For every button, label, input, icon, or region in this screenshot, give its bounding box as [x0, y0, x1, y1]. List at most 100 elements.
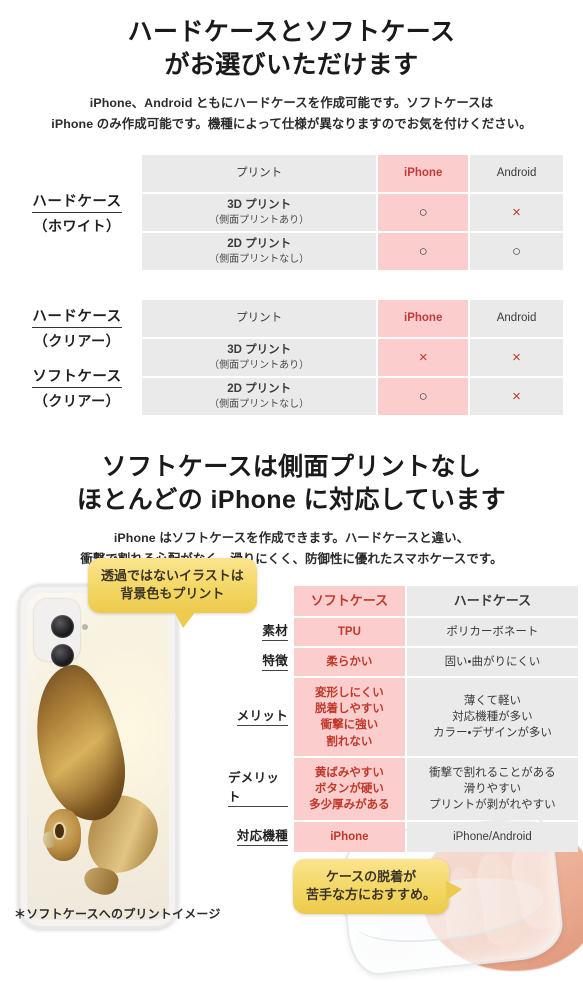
section1-subtext-line2: iPhone のみ作成可能です。機種によって仕様が異なりますのでお気を付けくださ…	[51, 117, 532, 132]
section2-subtext: iPhone はソフトケースを作成できます。ハードケースと違い、 衝撃で割れる心…	[0, 528, 583, 570]
table-clear-cases: プリント iPhone Android 3D プリント （側面プリントあり） ×…	[140, 298, 565, 417]
spec-label-merit: メリット	[228, 676, 292, 754]
table-header-row: プリント iPhone Android	[142, 300, 563, 338]
section2-heading-line2: ほとんどの iPhone に対応しています	[76, 486, 507, 515]
rowlabel-sub: （クリアー）	[33, 332, 121, 349]
support-mark: ○	[512, 242, 522, 260]
spec-soft-compatible: iPhone	[294, 822, 405, 853]
table-row: 3D プリント （側面プリントあり） × ×	[142, 339, 563, 377]
rowlabels-clear-cases: ハードケース （クリアー） ソフトケース （クリアー）	[14, 298, 140, 417]
print-type-note: （側面プリントあり）	[209, 214, 310, 226]
spec-label-demerit: デメリット	[228, 756, 292, 818]
spec-hard-material: ポリカーボネート	[406, 618, 578, 647]
bubble1-line2: 背景色もプリント	[120, 586, 225, 602]
support-mark: ×	[512, 203, 521, 221]
spec-row-demerit: 黄ばみやすい ボタンが硬い 多少厚みがある 衝撃で割れることがある 滑りやすい …	[294, 758, 578, 821]
section2-subtext-line1: iPhone はソフトケースを作成できます。ハードケースと違い、	[113, 531, 470, 546]
camera-lens-icon	[51, 615, 74, 639]
header-iphone: iPhone	[378, 300, 469, 338]
support-mark: ○	[418, 203, 428, 221]
spec-soft-material: TPU	[294, 618, 405, 647]
support-mark: ○	[418, 242, 428, 260]
section1-heading-line1: ハードケースとソフトケース	[127, 18, 456, 46]
section1-subtext: iPhone、Android ともにハードケースを作成可能です。ソフトケースは …	[0, 93, 583, 135]
spec-row-feature: 柔らかい 固い・曲がりにくい	[294, 648, 578, 677]
section1-subtext-line1: iPhone、Android ともにハードケースを作成可能です。ソフトケースは	[89, 96, 494, 110]
spec-label-compatible: 対応機種	[228, 820, 292, 850]
cell-print-type: 3D プリント （側面プリントあり）	[142, 194, 377, 232]
rowlabel-hardcase-white: ハードケース （ホワイト）	[32, 190, 122, 236]
spec-soft-feature: 柔らかい	[294, 648, 405, 677]
section1-heading-line2: がお選びいただけます	[164, 51, 419, 79]
spec-header-row: ソフトケース ハードケース	[294, 586, 578, 617]
phone-case-preview-image	[18, 584, 178, 930]
table-header-row: プリント iPhone Android	[142, 155, 563, 193]
section2-heading-line1: ソフトケースは側面プリントなし	[101, 453, 482, 482]
rowlabels-hardcase-white: ハードケース （ホワイト）	[14, 153, 140, 272]
rowlabel-softcase-clear: ソフトケース （クリアー）	[32, 365, 122, 411]
cell-android-support: ×	[470, 339, 563, 377]
cell-iphone-support: ×	[378, 339, 469, 377]
spec-hard-demerit: 衝撃で割れることがある 滑りやすい プリントが剥がれやすい	[406, 758, 578, 821]
owl-eye-shape	[55, 823, 64, 838]
spec-header-hardcase: ハードケース	[406, 586, 578, 617]
cell-print-type: 2D プリント （側面プリントなし）	[142, 378, 377, 416]
spec-soft-merit: 変形しにくい 脱着しやすい 衝撃に強い 割れない	[294, 678, 405, 757]
section-softcase-detail: ソフトケースは側面プリントなし ほとんどの iPhone に対応しています iP…	[0, 443, 583, 982]
print-type-main: 3D プリント	[227, 344, 292, 357]
spec-hard-compatible: iPhone/Android	[406, 822, 578, 853]
rowlabel-main: ソフトケース	[32, 365, 122, 388]
comparison-block-hardcase-white: ハードケース （ホワイト） プリント iPhone Android 3D プリン…	[0, 153, 583, 272]
bubble2-line1: ケースの脱着が	[325, 869, 417, 884]
footnote-print-image: ＊ソフトケースへのプリントイメージ	[14, 907, 221, 921]
table-row: 2D プリント （側面プリントなし） ○ ○	[142, 233, 563, 271]
spec-comparison-table-wrap: 素材 特徴 メリット デメリット 対応機種 ソフトケース ハードケース TPU …	[228, 584, 580, 854]
cell-print-type: 3D プリント （側面プリントあり）	[142, 339, 377, 377]
rowlabel-main: ハードケース	[32, 190, 122, 213]
spec-label-feature: 特徴	[228, 646, 292, 674]
spec-label-material: 素材	[228, 616, 292, 644]
table-row: 2D プリント （側面プリントなし） ○ ×	[142, 378, 563, 416]
cell-android-support: ×	[470, 194, 563, 232]
print-type-main: 3D プリント	[227, 199, 292, 212]
spec-row-compatible: iPhone iPhone/Android	[294, 822, 578, 853]
rowlabel-hardcase-clear: ハードケース （クリアー）	[32, 305, 122, 351]
print-type-note: （側面プリントなし）	[209, 253, 310, 265]
rowlabel-main: ハードケース	[32, 305, 122, 328]
spec-hard-feature: 固い・曲がりにくい	[406, 648, 578, 677]
print-type-main: 2D プリント	[227, 238, 292, 251]
section2-heading: ソフトケースは側面プリントなし ほとんどの iPhone に対応しています	[0, 443, 583, 517]
callout-bubble-easy-removal: ケースの脱着が 苦手な方におすすめ。	[293, 859, 463, 914]
spec-comparison-table: ソフトケース ハードケース TPU ポリカーボネート 柔らかい 固い・曲がりにく…	[292, 584, 580, 854]
bubble2-line2: 苦手な方におすすめ。	[306, 887, 437, 903]
header-print: プリント	[142, 155, 377, 193]
table-hardcase-white: プリント iPhone Android 3D プリント （側面プリントあり） ○…	[140, 153, 565, 272]
cell-iphone-support: ○	[378, 233, 469, 271]
cell-android-support: ×	[470, 378, 563, 416]
header-iphone: iPhone	[378, 155, 469, 193]
spec-row-material: TPU ポリカーボネート	[294, 618, 578, 647]
support-mark: ×	[512, 348, 521, 366]
support-mark: ×	[418, 348, 428, 366]
comparison-block-clear-cases: ハードケース （クリアー） ソフトケース （クリアー） プリント iPhone …	[0, 298, 583, 417]
print-type-note: （側面プリントあり）	[209, 359, 310, 371]
header-print: プリント	[142, 300, 377, 338]
cell-iphone-support: ○	[378, 194, 469, 232]
spec-row-merit: 変形しにくい 脱着しやすい 衝撃に強い 割れない 薄くて軽い 対応機種が多い カ…	[294, 678, 578, 757]
spec-header-softcase: ソフトケース	[294, 586, 405, 617]
table-row: 3D プリント （側面プリントあり） ○ ×	[142, 194, 563, 232]
rowlabel-sub: （ホワイト）	[33, 217, 121, 234]
spec-soft-demerit: 黄ばみやすい ボタンが硬い 多少厚みがある	[294, 758, 405, 821]
callout-bubble-background-print: 透過ではないイラストは 背景色もプリント	[88, 558, 257, 628]
print-type-main: 2D プリント	[227, 383, 292, 396]
bubble1-line1: 透過ではないイラストは	[101, 568, 244, 583]
lower-content-area: 素材 特徴 メリット デメリット 対応機種 ソフトケース ハードケース TPU …	[0, 582, 583, 982]
rowlabel-sub: （クリアー）	[33, 392, 121, 409]
spec-row-labels: 素材 特徴 メリット デメリット 対応機種	[228, 584, 292, 852]
print-type-note: （側面プリントなし）	[209, 398, 310, 410]
header-android: Android	[470, 300, 563, 338]
cell-android-support: ○	[470, 233, 563, 271]
section1-heading: ハードケースとソフトケース がお選びいただけます	[0, 0, 583, 82]
cell-print-type: 2D プリント （側面プリントなし）	[142, 233, 377, 271]
cell-iphone-support: ○	[378, 378, 469, 416]
